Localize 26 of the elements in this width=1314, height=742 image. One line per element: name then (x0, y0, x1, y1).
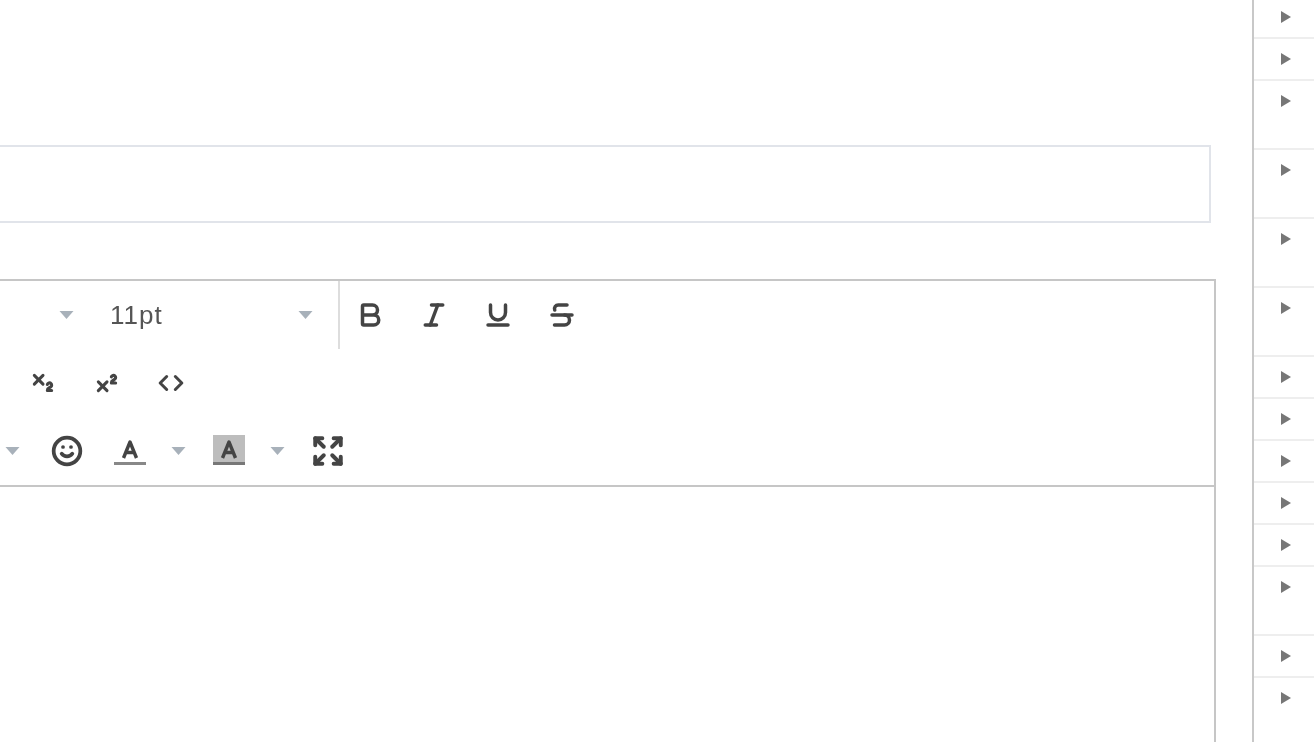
expand-triangle-icon[interactable] (1280, 371, 1292, 383)
expand-triangle-icon[interactable] (1280, 455, 1292, 467)
expand-triangle-icon[interactable] (1280, 539, 1292, 551)
input-field[interactable] (0, 145, 1211, 223)
expand-triangle-icon[interactable] (1280, 650, 1292, 662)
caret-icon (58, 311, 74, 319)
caret-icon (4, 447, 20, 455)
highlight-color-icon (213, 435, 245, 467)
expand-triangle-icon[interactable] (1280, 233, 1292, 245)
expand-triangle-icon[interactable] (1280, 11, 1292, 23)
expand-triangle-icon[interactable] (1280, 497, 1292, 509)
expand-triangle-icon[interactable] (1280, 692, 1292, 704)
fullscreen-icon (311, 434, 345, 468)
smiley-icon (51, 435, 83, 467)
expand-triangle-icon[interactable] (1280, 95, 1292, 107)
expand-triangle-icon[interactable] (1280, 164, 1292, 176)
expand-triangle-icon[interactable] (1280, 413, 1292, 425)
expand-triangle-icon[interactable] (1280, 53, 1292, 65)
caret-icon (170, 447, 186, 455)
expand-triangle-icon[interactable] (1280, 581, 1292, 593)
caret-icon (269, 447, 285, 455)
underline-icon (483, 300, 513, 330)
strikethrough-icon (547, 300, 577, 330)
font-size-dropdown[interactable]: 11pt (90, 295, 330, 335)
expand-triangle-icon[interactable] (1280, 302, 1292, 314)
caret-icon (298, 311, 313, 319)
